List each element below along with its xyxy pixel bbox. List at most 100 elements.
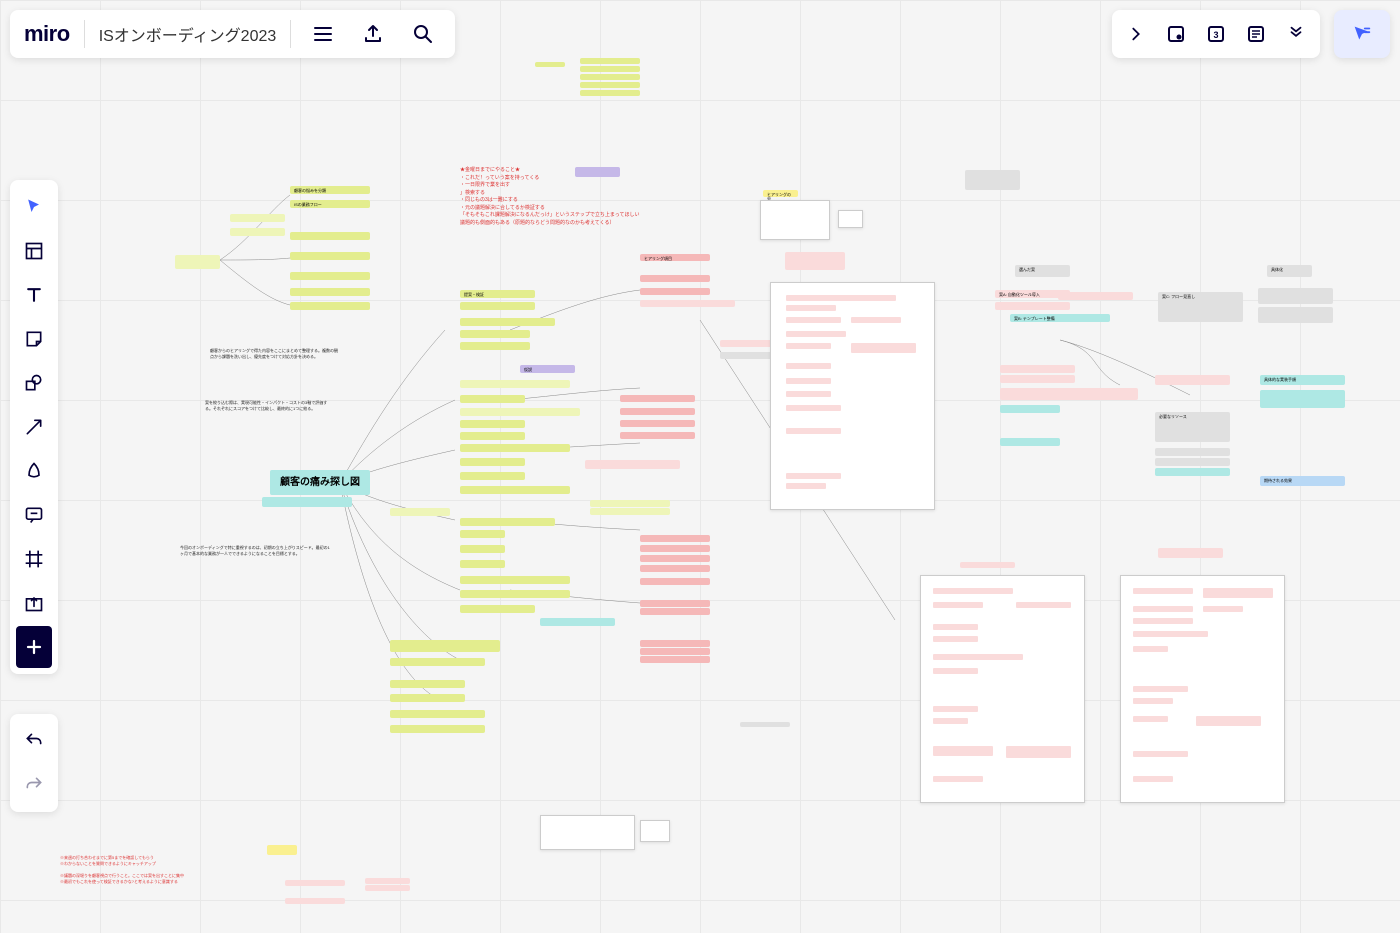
mindmap-node[interactable] xyxy=(1155,468,1230,476)
mindmap-node[interactable] xyxy=(460,302,535,310)
mindmap-node[interactable] xyxy=(640,555,710,562)
mindmap-node[interactable] xyxy=(460,458,525,466)
mindmap-node[interactable] xyxy=(1058,292,1133,300)
mindmap-node[interactable] xyxy=(640,565,710,572)
mindmap-node[interactable] xyxy=(290,272,370,280)
mindmap-node[interactable] xyxy=(590,508,670,515)
mindmap-node[interactable] xyxy=(640,608,710,615)
mindmap-node[interactable] xyxy=(390,725,485,733)
hide-collab-cursors-icon[interactable] xyxy=(1158,16,1194,52)
mindmap-node[interactable]: 案C: フロー見直し xyxy=(1158,292,1243,322)
mindmap-node[interactable] xyxy=(460,530,505,538)
mindmap-node[interactable] xyxy=(290,302,370,310)
mindmap-node[interactable] xyxy=(620,432,695,439)
mini-node[interactable] xyxy=(580,74,640,80)
mindmap-node[interactable] xyxy=(995,302,1070,310)
redo-button[interactable] xyxy=(16,764,52,806)
mindmap-node[interactable] xyxy=(460,330,530,338)
mindmap-node[interactable]: 期待される効果 xyxy=(1260,476,1345,486)
mindmap-node[interactable] xyxy=(590,500,670,507)
mindmap-node[interactable]: 仮説 xyxy=(520,365,575,373)
mindmap-node[interactable] xyxy=(640,275,710,282)
mini-node[interactable] xyxy=(580,66,640,72)
mindmap-node[interactable] xyxy=(460,605,535,613)
mindmap-node[interactable] xyxy=(460,486,570,494)
logo[interactable]: miro xyxy=(24,21,70,47)
mini-node[interactable] xyxy=(580,82,640,88)
mindmap-node[interactable] xyxy=(460,472,525,480)
mindmap-node[interactable] xyxy=(460,444,570,452)
mindmap-node[interactable] xyxy=(540,618,615,626)
mini-node[interactable] xyxy=(267,845,297,855)
mindmap-node[interactable] xyxy=(390,680,465,688)
document-frame[interactable] xyxy=(770,282,935,510)
hamburger-icon[interactable] xyxy=(305,16,341,52)
select-tool[interactable] xyxy=(16,186,52,228)
mindmap-node[interactable] xyxy=(460,408,580,416)
undo-button[interactable] xyxy=(16,720,52,762)
text-card[interactable] xyxy=(540,815,635,850)
main-node[interactable]: 顧客の痛み探し図 xyxy=(270,470,370,495)
mindmap-node[interactable] xyxy=(720,340,775,347)
mindmap-node[interactable] xyxy=(640,535,710,542)
more-menu-icon[interactable] xyxy=(1278,16,1314,52)
mindmap-node[interactable] xyxy=(460,342,530,350)
cursor-mode-button[interactable] xyxy=(1334,10,1390,58)
mindmap-node[interactable] xyxy=(640,545,710,552)
mindmap-node[interactable] xyxy=(960,562,1015,568)
mindmap-node[interactable] xyxy=(965,170,1020,190)
mindmap-node[interactable] xyxy=(640,600,710,607)
mindmap-node[interactable] xyxy=(620,408,695,415)
mindmap-node[interactable] xyxy=(640,648,710,655)
mindmap-node[interactable] xyxy=(640,656,710,663)
mindmap-node[interactable] xyxy=(640,300,735,307)
upload-tool[interactable] xyxy=(16,582,52,624)
mindmap-node[interactable] xyxy=(640,288,710,295)
mindmap-node[interactable] xyxy=(460,518,555,526)
mindmap-node[interactable] xyxy=(460,318,555,326)
sticky-note-tool[interactable] xyxy=(16,318,52,360)
mindmap-node[interactable] xyxy=(290,288,370,296)
mindmap-node[interactable] xyxy=(230,214,285,222)
text-card[interactable] xyxy=(640,820,670,842)
text-card[interactable] xyxy=(760,200,830,240)
mindmap-node[interactable] xyxy=(720,352,775,359)
mindmap-node[interactable] xyxy=(1260,390,1345,408)
text-card[interactable] xyxy=(838,210,863,228)
pen-tool[interactable] xyxy=(16,450,52,492)
mindmap-node[interactable] xyxy=(390,694,465,702)
mindmap-node[interactable] xyxy=(460,576,570,584)
mini-node[interactable] xyxy=(365,885,410,891)
comments-panel-icon[interactable] xyxy=(1238,16,1274,52)
mindmap-node[interactable] xyxy=(290,252,370,260)
mini-node[interactable] xyxy=(365,878,410,884)
present-frames-icon[interactable]: 3 xyxy=(1198,16,1234,52)
mini-node[interactable] xyxy=(535,62,565,67)
mini-node[interactable] xyxy=(575,167,620,177)
mindmap-node[interactable] xyxy=(1155,448,1230,456)
mindmap-node[interactable] xyxy=(785,252,845,270)
chevron-right-icon[interactable] xyxy=(1118,16,1154,52)
document-frame[interactable] xyxy=(1120,575,1285,803)
mindmap-node[interactable] xyxy=(230,228,285,236)
sub-main[interactable] xyxy=(262,497,352,507)
comment-tool[interactable] xyxy=(16,494,52,536)
mindmap-node[interactable]: 必要なリソース xyxy=(1155,412,1230,442)
mindmap-node[interactable] xyxy=(390,658,485,666)
mindmap-node[interactable] xyxy=(1000,438,1060,446)
mindmap-node[interactable] xyxy=(390,508,450,516)
mindmap-node[interactable]: 顧客の悩みを分類 xyxy=(290,186,370,194)
mindmap-node[interactable]: 提案・検証 xyxy=(460,290,535,298)
mindmap-node[interactable]: 案B: テンプレート整備 xyxy=(1010,314,1110,322)
frame-tool[interactable] xyxy=(16,538,52,580)
connection-line-tool[interactable] xyxy=(16,406,52,448)
document-frame[interactable] xyxy=(920,575,1085,803)
mindmap-node[interactable]: 具体的な実装手順 xyxy=(1260,375,1345,385)
board-title[interactable]: ISオンボーディング2023 xyxy=(99,22,277,46)
mindmap-node[interactable] xyxy=(460,560,505,568)
mindmap-node[interactable] xyxy=(175,255,220,269)
export-icon[interactable] xyxy=(355,16,391,52)
mindmap-node[interactable] xyxy=(460,590,570,598)
mindmap-node[interactable] xyxy=(640,578,710,585)
mindmap-node[interactable] xyxy=(1158,548,1223,558)
